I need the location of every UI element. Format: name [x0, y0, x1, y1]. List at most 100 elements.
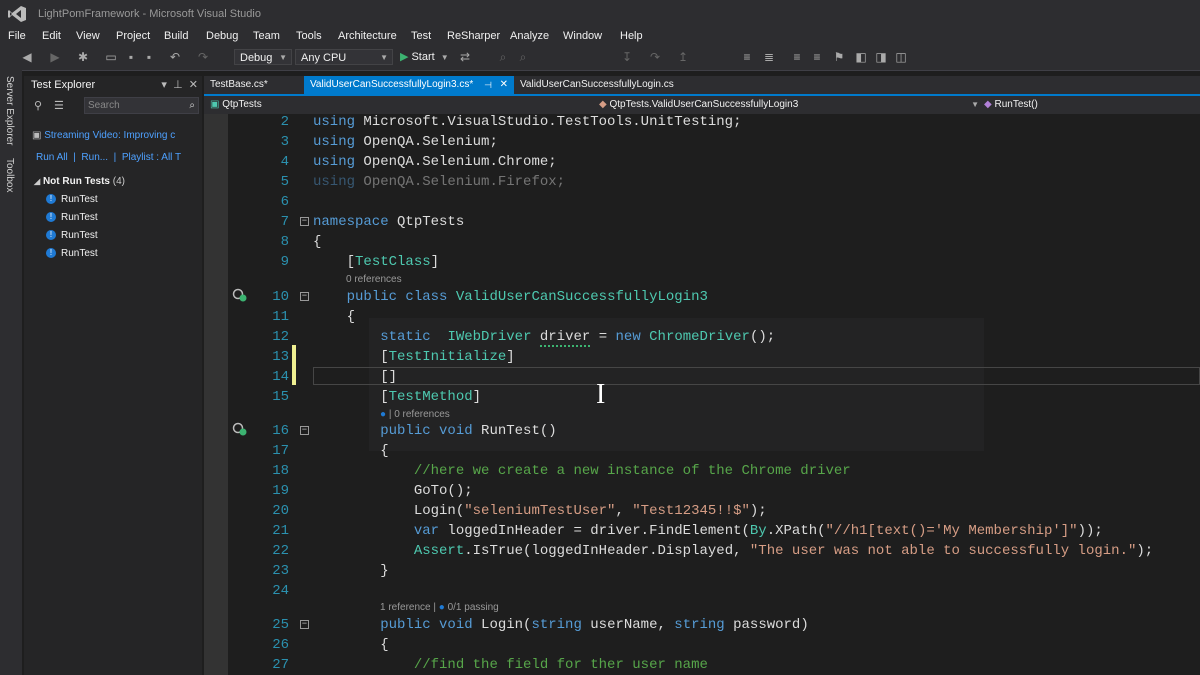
save-icon[interactable]: ▪: [124, 50, 138, 64]
type-dropdown[interactable]: ◆ QtpTests.ValidUserCanSuccessfullyLogin…: [599, 98, 979, 112]
menu-file[interactable]: File: [8, 30, 26, 42]
menu-help[interactable]: Help: [620, 30, 643, 42]
test-item-label: RunTest: [61, 212, 98, 223]
code-editor[interactable]: 2 using Microsoft.VisualStudio.TestTools.…: [204, 114, 1200, 675]
code-text: [TestClass]: [313, 254, 440, 270]
chevron-down-icon: ▼: [279, 53, 287, 62]
playlist-link[interactable]: Playlist : All T: [122, 152, 181, 163]
test-item[interactable]: ! RunTest: [46, 248, 98, 259]
collapse-icon[interactable]: −: [300, 426, 309, 435]
step-into-icon[interactable]: ↧: [620, 50, 634, 64]
next-bookmark-icon[interactable]: ◨: [874, 50, 888, 64]
menu-build[interactable]: Build: [164, 30, 188, 42]
close-icon[interactable]: ✕: [500, 76, 508, 94]
streaming-video-link[interactable]: ▣ Streaming Video: Improving c: [32, 130, 175, 141]
menu-test[interactable]: Test: [411, 30, 431, 42]
test-explorer-panel: Test Explorer ▾ ⊥ ✕ ⚲ ☰ Search ⌕ ▣ Strea…: [24, 76, 202, 675]
bookmark-icon[interactable]: ⚑: [832, 50, 846, 64]
login-passing-label: 0/1 passing: [447, 602, 499, 613]
menu-view[interactable]: View: [76, 30, 100, 42]
new-project-icon[interactable]: ✱: [76, 50, 90, 64]
find-in-files-icon[interactable]: ⌕: [516, 50, 530, 64]
csharp-project-icon: ▣: [210, 99, 220, 110]
tab-testbase[interactable]: TestBase.cs*: [204, 76, 304, 94]
not-run-tests-group[interactable]: ◢ Not Run Tests (4): [34, 176, 125, 187]
group-by-icon[interactable]: ☰: [54, 99, 64, 112]
step-out-icon[interactable]: ↥: [676, 50, 690, 64]
menu-team[interactable]: Team: [253, 30, 280, 42]
menu-edit[interactable]: Edit: [42, 30, 61, 42]
find-icon[interactable]: ⌕: [496, 50, 510, 64]
line-number: 24: [272, 583, 289, 599]
run-link[interactable]: Run...: [81, 152, 108, 163]
browser-link-icon[interactable]: ⇄: [458, 50, 472, 64]
toolbox-tab[interactable]: Toolbox: [4, 158, 15, 192]
code-text: [TestMethod]: [313, 389, 482, 405]
code-text: [TestInitialize]: [313, 349, 515, 365]
code-text: }: [313, 563, 389, 579]
indent-icon[interactable]: ≡: [790, 50, 804, 64]
platform-select[interactable]: Any CPU ▼: [295, 49, 393, 65]
step-over-icon[interactable]: ↷: [648, 50, 662, 64]
menu-project[interactable]: Project: [116, 30, 150, 42]
menu-tools[interactable]: Tools: [296, 30, 322, 42]
menu-window[interactable]: Window: [563, 30, 602, 42]
collapse-icon[interactable]: −: [300, 292, 309, 301]
menu-debug[interactable]: Debug: [206, 30, 238, 42]
login-references-lens[interactable]: 1 reference | ● 0/1 passing: [380, 601, 499, 614]
redo-icon[interactable]: ↷: [196, 50, 210, 64]
code-line: 5 using OpenQA.Selenium.Firefox;: [204, 172, 1200, 192]
test-item[interactable]: ! RunTest: [46, 194, 98, 205]
chevron-down-icon: ▼: [440, 53, 449, 62]
test-actions: Run All | Run... | Playlist : All T: [36, 152, 182, 163]
project-dropdown[interactable]: ▣ QtpTests: [210, 98, 595, 112]
code-line: 2 using Microsoft.VisualStudio.TestTools.…: [204, 114, 1200, 132]
code-line: 10 − public class ValidUserCanSuccessfull…: [204, 287, 1200, 307]
outdent-icon[interactable]: ≡: [810, 50, 824, 64]
back-icon[interactable]: ◀: [20, 50, 34, 64]
server-explorer-tab[interactable]: Server Explorer: [4, 76, 15, 145]
pin-icon[interactable]: ⊣: [484, 76, 492, 94]
member-dropdown[interactable]: ◆ RunTest(): [984, 98, 1194, 112]
configuration-select[interactable]: Debug ▼: [234, 49, 292, 65]
navigation-bar: ▣ QtpTests ◆ QtpTests.ValidUserCanSucces…: [204, 96, 1200, 115]
filter-icon[interactable]: ⚲: [34, 99, 42, 112]
close-icon[interactable]: ✕: [189, 79, 198, 91]
line-number: 13: [272, 349, 289, 365]
expand-triangle-icon[interactable]: ◢: [34, 177, 40, 186]
code-line: 16 − public void RunTest(): [204, 421, 1200, 441]
member-value: RunTest(): [994, 99, 1038, 110]
run-all-link[interactable]: Run All: [36, 152, 68, 163]
collapse-icon[interactable]: −: [300, 620, 309, 629]
forward-icon[interactable]: ▶: [48, 50, 62, 64]
test-explorer-title: Test Explorer: [31, 79, 96, 91]
open-folder-icon[interactable]: ▭: [104, 50, 118, 64]
line-number: 12: [272, 329, 289, 345]
code-text: {: [313, 234, 322, 250]
panel-menu-icon[interactable]: ▾: [161, 79, 167, 91]
line-number: 11: [272, 309, 289, 325]
comment-icon[interactable]: ≡: [740, 50, 754, 64]
menu-resharper[interactable]: ReSharper: [447, 30, 500, 42]
uncomment-icon[interactable]: ≣: [762, 50, 776, 64]
class-references-lens[interactable]: 0 references: [346, 273, 402, 286]
menu-analyze[interactable]: Analyze: [510, 30, 549, 42]
collapse-icon[interactable]: −: [300, 217, 309, 226]
method-references-lens[interactable]: ● | 0 references: [380, 408, 450, 421]
test-item[interactable]: ! RunTest: [46, 212, 98, 223]
test-item[interactable]: ! RunTest: [46, 230, 98, 241]
line-number: 10: [272, 289, 289, 305]
code-line: 3 using OpenQA.Selenium;: [204, 132, 1200, 152]
tab-validusercansuccessfullylogin[interactable]: ValidUserCanSuccessfullyLogin.cs: [514, 76, 714, 94]
search-icon[interactable]: ⌕: [189, 98, 195, 113]
undo-icon[interactable]: ↶: [168, 50, 182, 64]
menu-architecture[interactable]: Architecture: [338, 30, 397, 42]
start-button[interactable]: ▶ Start ▼: [400, 49, 449, 66]
prev-bookmark-icon[interactable]: ◧: [854, 50, 868, 64]
code-line: 6: [204, 192, 1200, 212]
save-all-icon[interactable]: ▪: [142, 50, 156, 64]
test-search-input[interactable]: Search ⌕: [84, 97, 199, 114]
tab-validusercansuccessfullylogin3[interactable]: ValidUserCanSuccessfullyLogin3.cs* ⊣ ✕: [304, 76, 514, 94]
pin-icon[interactable]: ⊥: [173, 79, 183, 91]
clear-bookmarks-icon[interactable]: ◫: [894, 50, 908, 64]
